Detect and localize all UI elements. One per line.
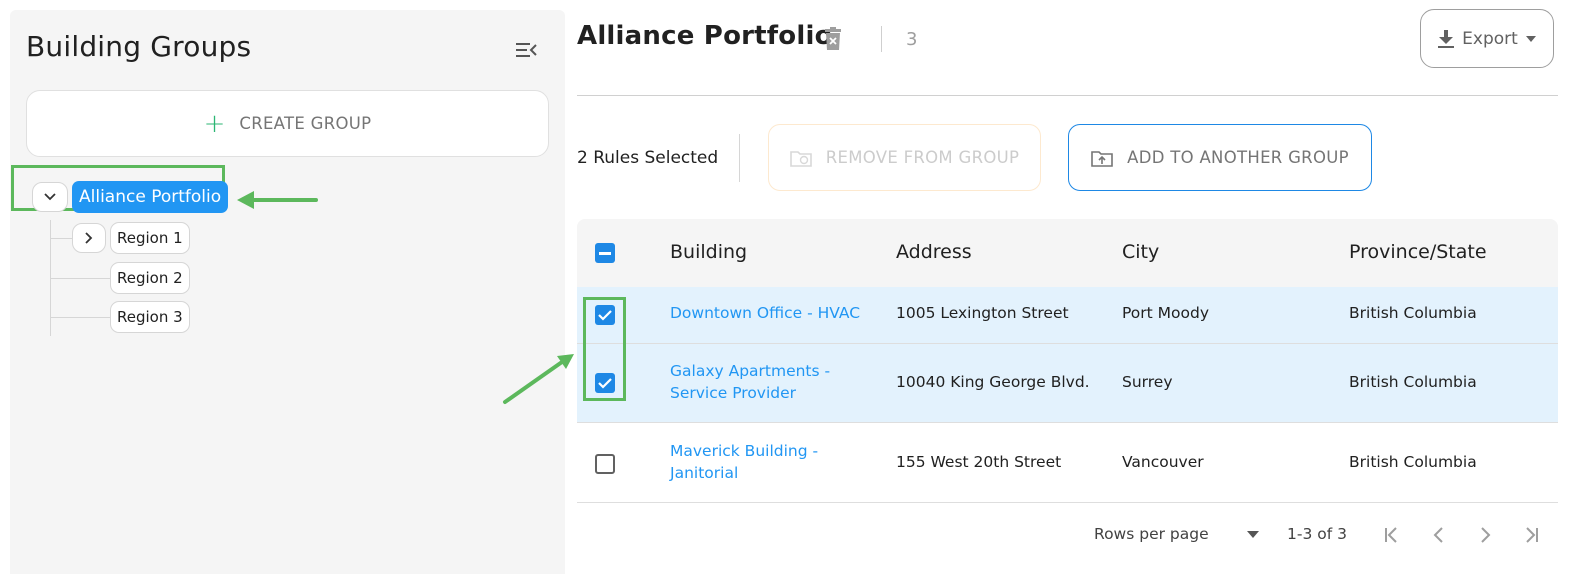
building-link-line: Service Provider — [670, 384, 797, 402]
next-page-icon[interactable] — [1475, 525, 1495, 545]
select-all-checkbox[interactable] — [595, 243, 615, 263]
annotation-highlight-checkboxes — [583, 297, 626, 401]
add-to-another-group-label: ADD TO ANOTHER GROUP — [1127, 148, 1349, 167]
last-page-icon[interactable] — [1521, 525, 1541, 545]
city-cell: Surrey — [1122, 373, 1173, 391]
tree-item-region-3[interactable]: Region 3 — [110, 301, 190, 333]
column-header-address[interactable]: Address — [896, 241, 972, 263]
building-link[interactable]: Downtown Office - HVAC — [670, 302, 860, 324]
table-header: Building Address City Province/State — [577, 219, 1558, 287]
create-group-label: CREATE GROUP — [239, 114, 372, 133]
row-checkbox[interactable] — [595, 454, 615, 474]
city-cell: Port Moody — [1122, 304, 1210, 322]
tree-connector — [50, 317, 110, 318]
column-header-province[interactable]: Province/State — [1349, 241, 1487, 263]
title-divider — [881, 26, 882, 52]
folder-upload-icon — [1091, 150, 1113, 167]
table-row[interactable]: Maverick Building - Janitorial 155 West … — [577, 423, 1558, 503]
chevron-down-icon — [44, 193, 56, 201]
building-groups-sidebar: Building Groups + CREATE GROUP — [10, 10, 565, 574]
plus-icon: + — [203, 108, 226, 139]
building-link[interactable]: Maverick Building - Janitorial — [670, 440, 818, 484]
tree-connector — [50, 238, 72, 239]
pagination-range: 1-3 of 3 — [1287, 525, 1347, 543]
caret-down-icon — [1525, 35, 1536, 42]
column-header-building[interactable]: Building — [670, 241, 747, 263]
building-link[interactable]: Galaxy Apartments - Service Provider — [670, 360, 830, 404]
expand-root-toggle[interactable] — [32, 182, 68, 212]
province-cell: British Columbia — [1349, 373, 1477, 391]
create-group-button[interactable]: + CREATE GROUP — [26, 90, 549, 157]
table-row[interactable]: Galaxy Apartments - Service Provider 100… — [577, 344, 1558, 423]
folder-remove-icon — [789, 150, 812, 167]
remove-from-group-button[interactable]: REMOVE FROM GROUP — [768, 124, 1041, 191]
expand-region-1-toggle[interactable] — [72, 223, 106, 253]
previous-page-icon[interactable] — [1429, 525, 1449, 545]
sidebar-title: Building Groups — [26, 30, 252, 63]
action-divider — [739, 134, 740, 182]
building-link-line: Maverick Building - — [670, 442, 819, 460]
chevron-right-icon — [85, 232, 93, 244]
export-label: Export — [1462, 28, 1518, 49]
tree-connector — [50, 278, 110, 279]
header-divider — [577, 95, 1558, 96]
rows-per-page-dropdown-icon[interactable] — [1247, 531, 1259, 539]
column-header-city[interactable]: City — [1122, 241, 1159, 263]
tree-item-region-1[interactable]: Region 1 — [110, 222, 190, 254]
address-cell: 1005 Lexington Street — [896, 304, 1069, 322]
group-count: 3 — [906, 29, 918, 50]
buildings-table: Building Address City Province/State Dow… — [577, 219, 1558, 503]
city-cell: Vancouver — [1122, 453, 1204, 471]
page-title: Alliance Portfolio — [577, 21, 833, 51]
add-to-another-group-button[interactable]: ADD TO ANOTHER GROUP — [1068, 124, 1372, 191]
province-cell: British Columbia — [1349, 304, 1477, 322]
delete-group-icon[interactable] — [822, 27, 844, 51]
rows-per-page-label: Rows per page — [1094, 525, 1209, 543]
download-icon — [1438, 29, 1455, 48]
province-cell: British Columbia — [1349, 453, 1477, 471]
first-page-icon[interactable] — [1382, 525, 1402, 545]
tree-root-alliance-portfolio[interactable]: Alliance Portfolio — [72, 181, 229, 213]
building-link-line: Galaxy Apartments - — [670, 362, 831, 380]
tree-item-region-2[interactable]: Region 2 — [110, 262, 190, 294]
collapse-sidebar-icon[interactable] — [514, 40, 538, 60]
remove-from-group-label: REMOVE FROM GROUP — [825, 148, 1020, 167]
selection-count-text: 2 Rules Selected — [577, 148, 719, 168]
address-cell: 155 West 20th Street — [896, 453, 1062, 471]
building-link-line: Janitorial — [670, 464, 739, 482]
table-row[interactable]: Downtown Office - HVAC 1005 Lexington St… — [577, 287, 1558, 344]
minus-icon — [599, 251, 611, 255]
address-cell: 10040 King George Blvd. — [896, 373, 1090, 391]
export-button[interactable]: Export — [1420, 9, 1554, 68]
